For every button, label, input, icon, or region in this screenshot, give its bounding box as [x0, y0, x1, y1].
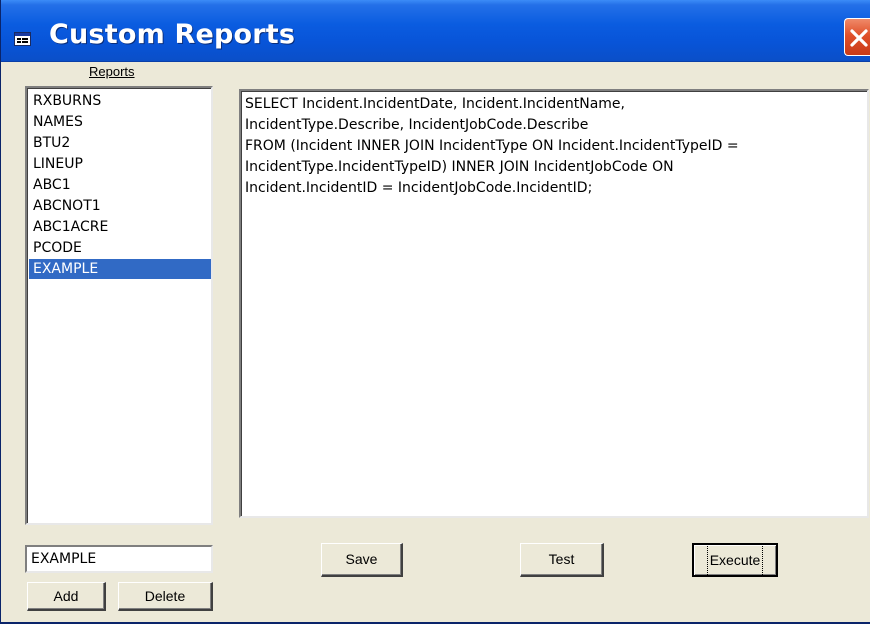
execute-button-label: Execute	[706, 543, 764, 577]
list-item-rxburns[interactable]: RXBURNS	[29, 91, 211, 111]
save-button[interactable]: Save	[321, 543, 403, 577]
execute-button[interactable]: Execute	[692, 543, 778, 577]
sql-line: FROM (Incident INNER JOIN IncidentType O…	[245, 138, 739, 154]
test-button-label: Test	[548, 551, 575, 567]
list-item-names[interactable]: NAMES	[29, 112, 211, 132]
add-button[interactable]: Add	[27, 582, 106, 611]
list-item-example[interactable]: EXAMPLE	[29, 259, 211, 279]
reports-listbox[interactable]: RXBURNS NAMES BTU2 LINEUP ABC1 ABCNOT1 A…	[25, 86, 213, 525]
sql-line: IncidentType.IncidentTypeID) INNER JOIN …	[245, 159, 674, 175]
delete-button-label: Delete	[144, 588, 186, 604]
sql-line: Incident.IncidentID = IncidentJobCode.In…	[245, 180, 593, 196]
sql-line: IncidentType.Describe, IncidentJobCode.D…	[245, 117, 589, 133]
sql-line: SELECT Incident.IncidentDate, Incident.I…	[245, 96, 625, 112]
list-item-abcnot1[interactable]: ABCNOT1	[29, 196, 211, 216]
list-item-abc1acre[interactable]: ABC1ACRE	[29, 217, 211, 237]
delete-button[interactable]: Delete	[118, 582, 213, 611]
add-button-label: Add	[53, 588, 79, 604]
save-button-label: Save	[345, 551, 378, 567]
custom-reports-window: Custom Reports Reports RXBURNS NAMES BTU…	[0, 0, 870, 624]
list-item-abc1[interactable]: ABC1	[29, 175, 211, 195]
close-button[interactable]	[844, 18, 870, 56]
list-item-btu2[interactable]: BTU2	[29, 133, 211, 153]
window-title: Custom Reports	[49, 19, 296, 50]
app-icon	[14, 32, 31, 46]
reports-label: Reports	[89, 64, 135, 79]
list-item-pcode[interactable]: PCODE	[29, 238, 211, 258]
list-item-lineup[interactable]: LINEUP	[29, 154, 211, 174]
close-x-icon	[850, 29, 868, 47]
sql-query-textarea[interactable]: SELECT Incident.IncidentDate, Incident.I…	[239, 89, 869, 518]
test-button[interactable]: Test	[520, 543, 604, 577]
report-name-input[interactable]	[25, 545, 213, 573]
title-bar[interactable]: Custom Reports	[1, 0, 870, 62]
